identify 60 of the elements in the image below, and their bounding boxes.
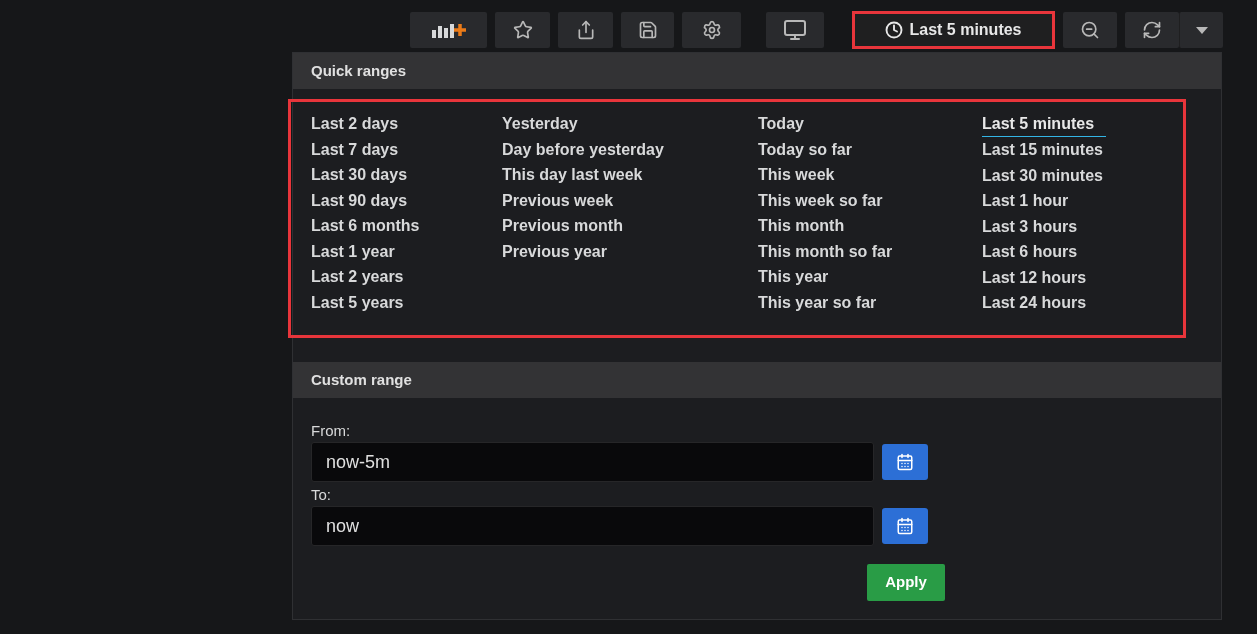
quick-range-link[interactable]: This year so far (758, 292, 877, 312)
quick-range-link[interactable]: Last 2 years (311, 267, 404, 286)
add-panel-button[interactable] (410, 12, 487, 48)
quick-range-link[interactable]: This week so far (758, 190, 883, 210)
settings-button[interactable] (682, 12, 741, 48)
quick-range-link[interactable]: This month (758, 216, 845, 235)
quick-range-link[interactable]: Last 1 year (311, 241, 395, 261)
quick-range-link[interactable]: Last 15 minutes (982, 140, 1103, 159)
time-input-field[interactable]: now (311, 506, 874, 546)
quick-range-link[interactable]: Last 30 days (311, 165, 408, 184)
refresh-button[interactable] (1125, 12, 1179, 48)
quick-range-link[interactable]: This day last week (502, 165, 643, 184)
quick-range-link[interactable]: This week (758, 165, 835, 184)
tv-button[interactable] (766, 12, 824, 48)
field-label: To: (311, 486, 332, 504)
clock-icon (885, 21, 904, 39)
quick-range-link[interactable]: Previous week (502, 190, 614, 210)
quick-range-link[interactable]: Last 24 hours (982, 293, 1087, 312)
quick-range-link[interactable]: Last 6 hours (982, 242, 1078, 261)
quick-range-link[interactable]: Last 5 years (311, 292, 404, 312)
quick-range-link[interactable]: Previous month (502, 216, 623, 235)
time-input-field[interactable]: now-5m (311, 442, 874, 482)
quick-range-link[interactable]: Yesterday (502, 114, 578, 133)
time-range-button[interactable]: Last 5 minutes (852, 11, 1055, 49)
quick-range-link[interactable]: Last 1 hour (982, 191, 1069, 210)
quick-range-link[interactable]: Last 3 hours (982, 216, 1078, 236)
share-button[interactable] (558, 12, 613, 48)
field-label: From: (311, 422, 352, 440)
quick-range-link[interactable]: Last 30 minutes (982, 165, 1103, 185)
quick-range-link[interactable]: Today so far (758, 139, 852, 159)
star-icon (512, 20, 533, 40)
caret-button[interactable] (1179, 12, 1223, 48)
quick-range-link[interactable]: Last 90 days (311, 190, 408, 210)
quick-range-link[interactable]: Previous year (502, 241, 607, 261)
calendar-icon (896, 517, 914, 535)
bar-chart-plus-icon (429, 21, 468, 39)
quick-range-link[interactable]: Last 2 days (311, 114, 399, 133)
zoom-out-button[interactable] (1063, 12, 1117, 48)
settings-icon (701, 20, 722, 40)
save-icon (637, 20, 658, 40)
star-button[interactable] (495, 12, 550, 48)
section-header: Quick ranges (293, 53, 1221, 89)
caret-icon (1195, 26, 1208, 34)
quick-range-link[interactable]: Last 7 days (311, 139, 399, 159)
quick-range-link[interactable]: Last 6 months (311, 216, 420, 235)
section-header: Custom range (293, 362, 1221, 398)
quick-range-link[interactable]: Today (758, 114, 804, 133)
save-button[interactable] (621, 12, 674, 48)
zoom-out-icon (1080, 20, 1100, 40)
refresh-icon (1142, 20, 1162, 40)
quick-range-link[interactable]: Last 12 hours (982, 267, 1087, 287)
quick-range-link[interactable]: Day before yesterday (502, 139, 664, 159)
quick-range-link[interactable]: This month so far (758, 241, 893, 261)
apply-button[interactable]: Apply (867, 564, 945, 601)
quick-range-link[interactable]: Last 5 minutes (982, 114, 1107, 137)
calendar-button[interactable] (882, 508, 928, 544)
calendar-button[interactable] (882, 444, 928, 480)
calendar-icon (896, 453, 914, 471)
quick-range-link[interactable]: This year (758, 267, 829, 286)
monitor-icon (783, 18, 807, 42)
